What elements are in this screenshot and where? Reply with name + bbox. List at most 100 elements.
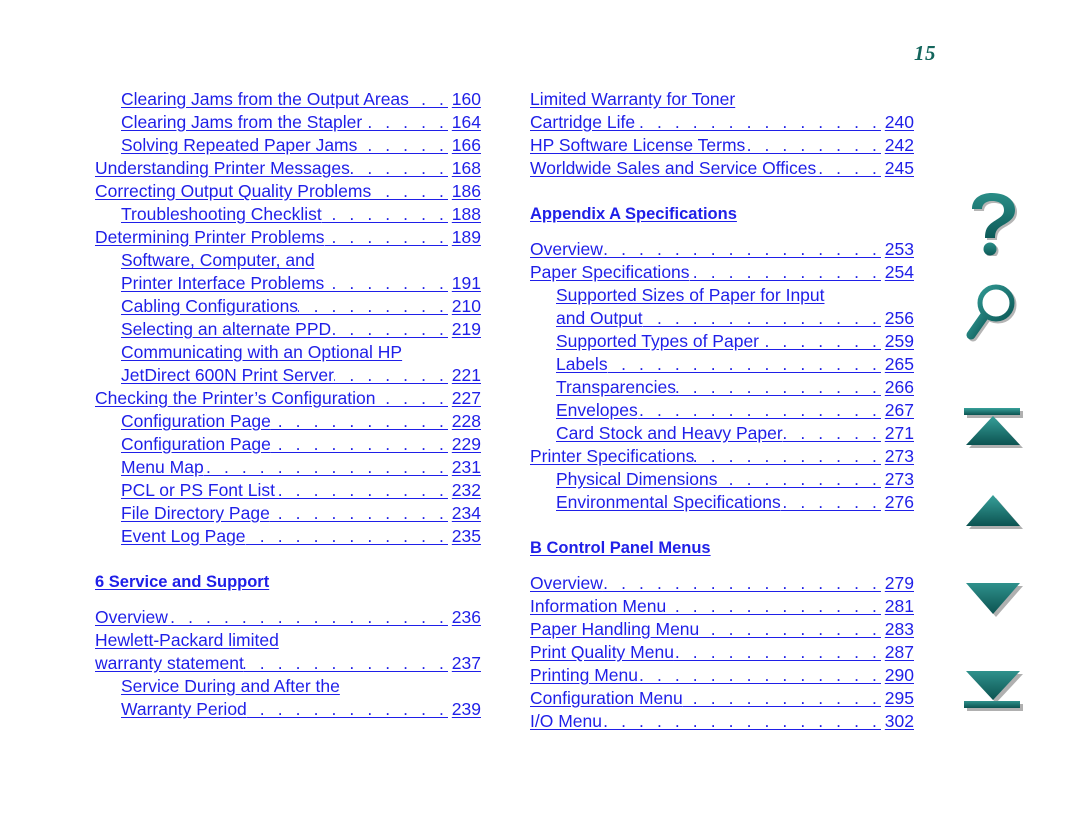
toc-entry-title: JetDirect 600N Print Server xyxy=(121,365,334,385)
toc-entry[interactable]: Clearing Jams from the Stapler. . . . . … xyxy=(95,111,481,134)
toc-entry[interactable]: Paper Specifications. . . . . . . . . . … xyxy=(530,261,914,284)
toc-entry[interactable]: Overview. . . . . . . . . . . . . . . . … xyxy=(530,238,914,261)
toc-entry[interactable]: Physical Dimensions. . . . . . . . . . .… xyxy=(530,468,914,491)
toc-chapter-heading[interactable]: 6 Service and Support xyxy=(95,571,481,594)
toc-entry-continuation[interactable]: Hewlett-Packard limited xyxy=(95,629,481,652)
toc-entry[interactable]: Solving Repeated Paper Jams. . . . . . .… xyxy=(95,134,481,157)
toc-entry-continuation[interactable]: Supported Sizes of Paper for Input xyxy=(530,284,914,307)
toc-entry-title: Troubleshooting Checklist xyxy=(121,204,322,224)
toc-entry[interactable]: Supported Types of Paper. . . . . . . . … xyxy=(530,330,914,353)
previous-page-button[interactable] xyxy=(946,492,1042,562)
toc-chapter-heading[interactable]: B Control Panel Menus xyxy=(530,537,914,560)
toc-entry-title: Cabling Configurations xyxy=(121,296,299,316)
toc-entry[interactable]: Overview. . . . . . . . . . . . . . . . … xyxy=(95,606,481,629)
toc-entry[interactable]: Labels. . . . . . . . . . . . . . . . . … xyxy=(530,353,914,376)
toc-entry[interactable]: Paper Handling Menu. . . . . . . . . . .… xyxy=(530,618,914,641)
toc-entry-page-number: 189 xyxy=(451,227,481,247)
toc-entry-title: Event Log Page xyxy=(121,526,246,546)
toc-entry-continuation[interactable]: Communicating with an Optional HP xyxy=(95,341,481,364)
toc-entry[interactable]: File Directory Page. . . . . . . . . . .… xyxy=(95,502,481,525)
toc-dot-leader: . . . . . . . . . . . . . . . . . . . . … xyxy=(325,227,448,247)
toc-dot-leader: . . . . . . . . . . . . . . . . . . . . … xyxy=(271,434,448,454)
toc-entry[interactable]: Determining Printer Problems. . . . . . … xyxy=(95,226,481,249)
toc-entry[interactable]: Environmental Specifications. . . . . . … xyxy=(530,491,914,514)
toc-entry-page-number: 256 xyxy=(884,308,914,328)
toc-chapter-heading[interactable]: Appendix A Specifications xyxy=(530,203,914,226)
toc-entry-continuation[interactable]: Limited Warranty for Toner xyxy=(530,88,914,111)
help-button[interactable] xyxy=(946,190,1042,260)
search-button[interactable] xyxy=(946,282,1042,352)
toc-entry[interactable]: Event Log Page. . . . . . . . . . . . . … xyxy=(95,525,481,548)
toc-dot-leader: . . . . . . . . . . . . . . . . . . . . … xyxy=(816,158,881,178)
toc-dot-leader: . . . . . . . . . . . . . . . . . . . . … xyxy=(270,503,448,523)
toc-entry-page-number: 239 xyxy=(451,699,481,719)
toc-entry[interactable]: Cartridge Life. . . . . . . . . . . . . … xyxy=(530,111,914,134)
toc-dot-leader: . . . . . . . . . . . . . . . . . . . . … xyxy=(694,446,881,466)
toc-entry[interactable]: PCL or PS Font List. . . . . . . . . . .… xyxy=(95,479,481,502)
toc-entry-title: HP Software License Terms xyxy=(530,135,746,155)
toc-entry-title: Information Menu xyxy=(530,596,667,616)
toc-chapter-heading-label: 6 Service and Support xyxy=(95,573,270,591)
toc-entry[interactable]: Printer Interface Problems. . . . . . . … xyxy=(95,272,481,295)
toc-entry[interactable]: Configuration Menu. . . . . . . . . . . … xyxy=(530,687,914,710)
toc-entry[interactable]: Selecting an alternate PPD. . . . . . . … xyxy=(95,318,481,341)
toc-entry[interactable]: Clearing Jams from the Output Areas. . .… xyxy=(95,88,481,111)
toc-entry[interactable]: Envelopes. . . . . . . . . . . . . . . .… xyxy=(530,399,914,422)
toc-entry[interactable]: Configuration Page. . . . . . . . . . . … xyxy=(95,433,481,456)
toc-entry[interactable]: Configuration Page. . . . . . . . . . . … xyxy=(95,410,481,433)
toc-dot-leader: . . . . . . . . . . . . . . . . . . . . … xyxy=(271,411,448,431)
toc-spacer xyxy=(95,594,481,606)
toc-entry[interactable]: HP Software License Terms. . . . . . . .… xyxy=(530,134,914,157)
toc-entry[interactable]: Overview. . . . . . . . . . . . . . . . … xyxy=(530,572,914,595)
toc-spacer xyxy=(530,560,914,572)
toc-entry-page-number: 188 xyxy=(451,204,481,224)
toc-entry[interactable]: Understanding Printer Messages. . . . . … xyxy=(95,157,481,180)
toc-entry[interactable]: Cabling Configurations. . . . . . . . . … xyxy=(95,295,481,318)
toc-entry[interactable]: Transparencies. . . . . . . . . . . . . … xyxy=(530,376,914,399)
toc-entry[interactable]: warranty statement. . . . . . . . . . . … xyxy=(95,652,481,675)
toc-entry[interactable]: and Output. . . . . . . . . . . . . . . … xyxy=(530,307,914,330)
toc-entry[interactable]: Warranty Period. . . . . . . . . . . . .… xyxy=(95,698,481,721)
toc-entry-page-number: 276 xyxy=(884,492,914,512)
last-page-button[interactable] xyxy=(946,668,1042,738)
toc-dot-leader: . . . . . . . . . . . . . . . . . . . . … xyxy=(635,112,881,132)
toc-dot-leader: . . . . . . . . . . . . . . . . . . . . … xyxy=(759,331,881,351)
toc-entry[interactable]: Troubleshooting Checklist. . . . . . . .… xyxy=(95,203,481,226)
toc-entry[interactable]: Correcting Output Quality Problems. . . … xyxy=(95,180,481,203)
toc-entry[interactable]: Worldwide Sales and Service Offices. . .… xyxy=(530,157,914,180)
toc-entry[interactable]: Print Quality Menu. . . . . . . . . . . … xyxy=(530,641,914,664)
toc-entry-page-number: 221 xyxy=(451,365,481,385)
toc-entry-title: Overview xyxy=(530,239,603,259)
toc-entry-page-number: 191 xyxy=(451,273,481,293)
last-page-arrow-icon xyxy=(964,671,1023,711)
toc-dot-leader: . . . . . . . . . . . . . . . . . . . . … xyxy=(638,400,881,420)
toc-entry[interactable]: JetDirect 600N Print Server. . . . . . .… xyxy=(95,364,481,387)
toc-entry[interactable]: Card Stock and Heavy Paper. . . . . . . … xyxy=(530,422,914,445)
toc-entry-page-number: 267 xyxy=(884,400,914,420)
toc-entry[interactable]: Printing Menu. . . . . . . . . . . . . .… xyxy=(530,664,914,687)
toc-chapter-heading-label: Appendix A Specifications xyxy=(530,205,737,223)
toc-entry[interactable]: Checking the Printer’s Configuration. . … xyxy=(95,387,481,410)
toc-entry-continuation[interactable]: Service During and After the xyxy=(95,675,481,698)
next-page-button[interactable] xyxy=(946,580,1042,650)
toc-entry-title: Selecting an alternate PPD xyxy=(121,319,332,339)
toc-dot-leader: . . . . . . . . . . . . . . . . . . . . … xyxy=(322,204,448,224)
toc-entry-title: Envelopes xyxy=(556,400,638,420)
toc-entry-page-number: 271 xyxy=(884,423,914,443)
toc-dot-leader: . . . . . . . . . . . . . . . . . . . . … xyxy=(603,573,881,593)
toc-entry-page-number: 245 xyxy=(884,158,914,178)
toc-dot-leader: . . . . . . . . . . . . . . . . . . . . … xyxy=(603,239,881,259)
toc-chapter-heading-label: B Control Panel Menus xyxy=(530,539,711,557)
toc-entry-continuation[interactable]: Software, Computer, and xyxy=(95,249,481,272)
toc-entry[interactable]: Menu Map. . . . . . . . . . . . . . . . … xyxy=(95,456,481,479)
toc-spacer xyxy=(530,514,914,537)
toc-entry-page-number: 273 xyxy=(884,446,914,466)
toc-entry-page-number: 281 xyxy=(884,596,914,616)
toc-entry-page-number: 273 xyxy=(884,469,914,489)
toc-dot-leader: . . . . . . . . . . . . . . . . . . . . … xyxy=(168,607,448,627)
toc-entry[interactable]: Information Menu. . . . . . . . . . . . … xyxy=(530,595,914,618)
toc-entry[interactable]: Printer Specifications. . . . . . . . . … xyxy=(530,445,914,468)
first-page-button[interactable] xyxy=(946,404,1042,474)
toc-entry[interactable]: I/O Menu. . . . . . . . . . . . . . . . … xyxy=(530,710,914,733)
toc-entry-title: Correcting Output Quality Problems xyxy=(95,181,372,201)
